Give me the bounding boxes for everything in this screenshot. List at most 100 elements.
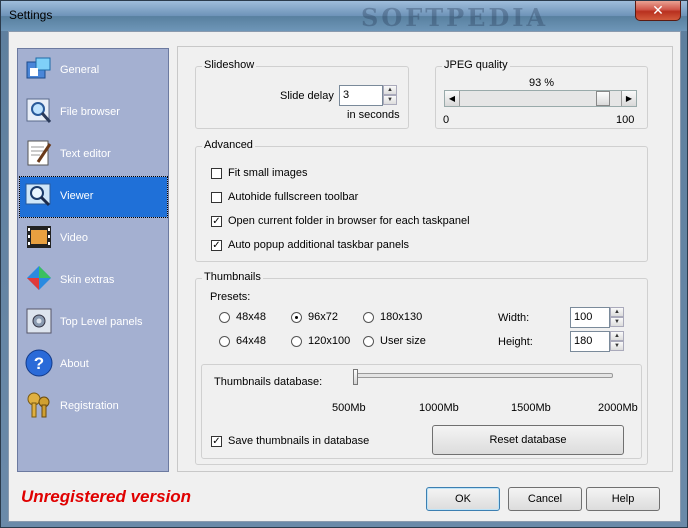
preset-user-size-radio[interactable]: [363, 336, 374, 347]
sidebar-item-label: Video: [60, 232, 88, 244]
preset-96x72-radio[interactable]: [291, 312, 302, 323]
viewer-settings-panel: Slideshow Slide delay 3 ▲ ▼ in seconds J…: [177, 46, 673, 472]
spin-down-icon[interactable]: ▼: [610, 317, 624, 327]
sidebar-item-viewer[interactable]: Viewer: [19, 176, 168, 218]
client-area: General File browser Text editor Viewer …: [8, 31, 681, 522]
sidebar-item-top-level-panels[interactable]: Top Level panels: [20, 303, 167, 343]
preset-user-size-label: User size: [380, 335, 426, 347]
top-level-panels-icon: [26, 308, 52, 334]
slide-delay-stepper[interactable]: ▲ ▼: [383, 85, 397, 106]
preset-180x130-label: 180x130: [380, 311, 423, 323]
thumbnails-database-box: Thumbnails database: 500Mb 1000Mb 1500Mb…: [201, 364, 642, 459]
width-input[interactable]: 100: [570, 307, 610, 328]
slide-delay-unit: in seconds: [347, 109, 400, 121]
slideshow-group-title: Slideshow: [202, 59, 257, 71]
sidebar-item-label: Text editor: [60, 148, 111, 160]
fit-small-images-checkbox[interactable]: [211, 168, 222, 179]
open-current-folder-checkbox[interactable]: ✓: [211, 216, 222, 227]
sidebar-item-label: File browser: [60, 106, 120, 118]
window-title: Settings: [9, 8, 53, 22]
save-thumbnails-label: Save thumbnails in database: [228, 435, 370, 447]
sidebar-item-about[interactable]: ? About: [20, 345, 167, 385]
jpeg-quality-value: 93 %: [529, 77, 555, 89]
thumbnails-database-slider[interactable]: [355, 373, 613, 378]
ok-button[interactable]: OK: [426, 487, 500, 511]
sidebar-item-skin-extras[interactable]: Skin extras: [20, 261, 167, 301]
sidebar-item-label: Viewer: [60, 190, 94, 202]
unregistered-notice: Unregistered version: [21, 487, 192, 506]
preset-120x100-label: 120x100: [308, 335, 351, 347]
preset-120x100-radio[interactable]: [291, 336, 302, 347]
registration-icon: [27, 392, 50, 418]
sidebar-item-text-editor[interactable]: Text editor: [20, 135, 167, 175]
sidebar-item-label: General: [60, 64, 100, 76]
sidebar-item-general[interactable]: General: [20, 51, 167, 91]
file-browser-icon: [26, 98, 52, 123]
sidebar-item-registration[interactable]: Registration: [20, 387, 167, 427]
sidebar: General File browser Text editor Viewer …: [17, 48, 169, 472]
preset-180x130-radio[interactable]: [363, 312, 374, 323]
autohide-toolbar-checkbox[interactable]: [211, 192, 222, 203]
thumbnails-group-title: Thumbnails: [202, 271, 263, 283]
sidebar-item-video[interactable]: Video: [20, 219, 167, 259]
autohide-toolbar-label: Autohide fullscreen toolbar: [228, 191, 359, 203]
general-icon: [26, 57, 51, 79]
auto-popup-panels-checkbox[interactable]: ✓: [211, 240, 222, 251]
video-icon: [27, 226, 51, 248]
sidebar-item-file-browser[interactable]: File browser: [20, 93, 167, 133]
fit-small-images-label: Fit small images: [228, 167, 308, 179]
jpeg-quality-group: JPEG quality 93 % ◀ ▶ 0 100: [435, 59, 648, 129]
watermark-logo: SOFTPEDIA: [361, 3, 549, 32]
thumbnails-database-slider-thumb[interactable]: [353, 369, 358, 385]
height-stepper[interactable]: ▲ ▼: [610, 331, 624, 352]
cancel-button[interactable]: Cancel: [508, 487, 582, 511]
skin-extras-icon: [27, 266, 51, 290]
viewer-icon: [25, 183, 51, 207]
open-current-folder-label: Open current folder in browser for each …: [228, 215, 470, 227]
thumbnails-group: Thumbnails Presets: 48x48 96x72 180x130 …: [195, 271, 648, 465]
sidebar-item-label: About: [60, 358, 89, 370]
jpeg-quality-group-title: JPEG quality: [442, 59, 510, 71]
advanced-group-title: Advanced: [202, 139, 255, 151]
sidebar-item-label: Top Level panels: [60, 316, 143, 328]
slideshow-group: Slideshow Slide delay 3 ▲ ▼ in seconds: [195, 59, 409, 129]
db-tick-1500: 1500Mb: [511, 402, 551, 414]
spin-up-icon[interactable]: ▲: [610, 331, 624, 341]
db-tick-1000: 1000Mb: [419, 402, 459, 414]
height-input[interactable]: 180: [570, 331, 610, 352]
slide-delay-input[interactable]: 3: [339, 85, 383, 106]
jpeg-quality-scrollbar[interactable]: ◀ ▶: [444, 90, 637, 107]
scroll-left-icon[interactable]: ◀: [445, 91, 460, 106]
preset-48x48-radio[interactable]: [219, 312, 230, 323]
sidebar-item-label: Registration: [60, 400, 119, 412]
height-label: Height:: [498, 336, 533, 348]
help-button[interactable]: Help: [586, 487, 660, 511]
svg-text:?: ?: [34, 354, 44, 373]
save-thumbnails-checkbox[interactable]: ✓: [211, 436, 222, 447]
preset-64x48-radio[interactable]: [219, 336, 230, 347]
close-button[interactable]: ✕: [635, 1, 681, 21]
auto-popup-panels-label: Auto popup additional taskbar panels: [228, 239, 410, 251]
spin-up-icon[interactable]: ▲: [383, 85, 397, 95]
sidebar-item-label: Skin extras: [60, 274, 115, 286]
preset-64x48-label: 64x48: [236, 335, 266, 347]
reset-database-button[interactable]: Reset database: [432, 425, 624, 455]
preset-96x72-label: 96x72: [308, 311, 338, 323]
advanced-group: Advanced Fit small images Autohide fulls…: [195, 139, 648, 262]
width-label: Width:: [498, 312, 530, 324]
settings-window: Settings SOFTPEDIA ✕ General File browse…: [0, 0, 688, 528]
jpeg-quality-max: 100: [616, 114, 635, 126]
db-tick-2000: 2000Mb: [598, 402, 638, 414]
width-stepper[interactable]: ▲ ▼: [610, 307, 624, 328]
slide-delay-label: Slide delay: [280, 90, 334, 102]
spin-down-icon[interactable]: ▼: [383, 95, 397, 105]
spin-down-icon[interactable]: ▼: [610, 341, 624, 351]
spin-up-icon[interactable]: ▲: [610, 307, 624, 317]
jpeg-quality-min: 0: [443, 114, 450, 126]
text-editor-icon: [27, 140, 52, 166]
about-icon: ?: [25, 349, 53, 377]
jpeg-quality-thumb[interactable]: [595, 91, 610, 106]
thumbnails-database-label: Thumbnails database:: [214, 376, 323, 388]
scroll-right-icon[interactable]: ▶: [621, 91, 636, 106]
title-bar[interactable]: Settings SOFTPEDIA ✕: [1, 1, 687, 32]
